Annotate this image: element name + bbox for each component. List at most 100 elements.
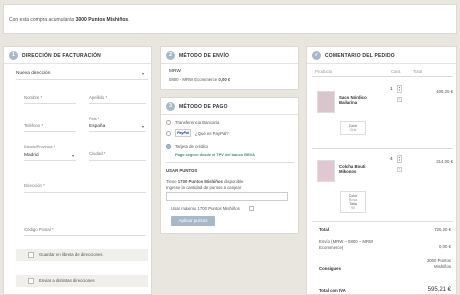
shipping-price: 0,00 € xyxy=(218,77,231,82)
points-input[interactable] xyxy=(166,192,288,201)
surname-field[interactable]: Apellido * xyxy=(89,95,107,100)
step-badge: 3 xyxy=(166,102,175,111)
chevron-down-icon: ▾ xyxy=(72,153,75,158)
divider xyxy=(89,160,146,161)
name-field[interactable]: Nombre * xyxy=(24,95,42,100)
paypal-radio[interactable] xyxy=(166,131,171,136)
card-note: Pago seguro desde el TPV del banco BBVA xyxy=(175,152,255,157)
country-label: País * xyxy=(89,117,100,121)
transfer-label: Transferencia Bancaria xyxy=(175,120,220,125)
divider xyxy=(312,148,453,149)
address-field[interactable]: Dirección * xyxy=(24,183,45,188)
card-label: Tarjeta de crédito xyxy=(175,144,208,149)
points-value: 3000 Puntos Mishiños xyxy=(426,258,451,269)
points-bold: 1700 Puntos Mishiños xyxy=(177,179,223,184)
points-max-label: Usar máximo 1700 Puntos Mishiños xyxy=(171,206,240,211)
divider xyxy=(24,131,76,132)
province-label: Estado/Provincia * xyxy=(24,145,56,149)
shipping-desc: 0800 - MRW Ecommerce xyxy=(169,77,218,82)
country-select[interactable]: España xyxy=(89,124,105,129)
billing-panel: 1 DIRECCIÓN DE FACTURACIÓN Nueva direcci… xyxy=(3,46,152,295)
divider xyxy=(24,192,146,193)
save-address-label: Guardar en libreta de direcciones xyxy=(39,252,103,257)
paypal-link[interactable]: ¿Qué es PayPal? xyxy=(195,131,229,136)
item-total: 406,20 € xyxy=(436,89,453,94)
remove-icon[interactable]: × xyxy=(397,97,402,102)
billing-header: 1 DIRECCIÓN DE FACTURACIÓN xyxy=(4,47,151,64)
grand-total-label: Total con IVA xyxy=(319,288,346,293)
item-option: Color Rosa Talla 90 xyxy=(340,191,366,213)
payment-title: MÉTODO DE PAGO xyxy=(179,104,228,110)
points-notice: Con esta compra acumularás 3000 Puntos M… xyxy=(3,4,457,34)
address-select[interactable]: Nueva dirección xyxy=(16,71,50,76)
points-instructions: Ingrese la cantidad de puntos a canjear xyxy=(166,185,242,190)
step-badge: 2 xyxy=(166,51,175,60)
option-value: 90 xyxy=(351,206,355,210)
divider xyxy=(24,103,76,104)
total-label: Total xyxy=(319,227,329,232)
chevron-down-icon: ▾ xyxy=(142,124,145,129)
divider xyxy=(166,162,294,163)
shipping-option[interactable]: 0800 - MRW Ecommerce 0,00 € xyxy=(169,77,230,82)
paypal-logo: PayPal xyxy=(175,129,191,137)
notice-points: 3000 Puntos Mishiños xyxy=(75,17,129,23)
item-qty[interactable]: 1 xyxy=(390,87,393,92)
notice-text: Con esta compra acumularás xyxy=(9,17,75,23)
item-total: 314,00 € xyxy=(436,159,453,164)
apply-points-button[interactable]: Aplicar puntos xyxy=(171,216,215,226)
check-icon: ✓ xyxy=(312,51,321,60)
shipping-label: Envío (MRW – 0800 – MRW Ecommerce) xyxy=(319,239,374,250)
divider xyxy=(89,103,146,104)
payment-panel: 3 MÉTODO DE PAGO Transferencia Bancaria … xyxy=(160,97,299,234)
points-label: Consigues xyxy=(319,266,341,271)
points-text-2: disponible xyxy=(224,179,244,184)
card-radio[interactable] xyxy=(166,144,171,149)
ship-other-checkbox[interactable] xyxy=(28,278,34,284)
points-text: Tiene xyxy=(166,179,177,184)
col-total: Total xyxy=(413,69,423,74)
grand-total-value: 595,21 € xyxy=(427,287,451,293)
points-available: Tiene 1700 Puntos Mishiños disponible xyxy=(166,179,244,184)
product-image xyxy=(317,91,335,113)
points-title: USAR PUNTOS xyxy=(166,168,198,173)
stepper-icon[interactable]: ▴ ▾ xyxy=(397,85,402,93)
col-qty: Cant. xyxy=(391,69,402,74)
option-value: Gris xyxy=(349,128,357,132)
ship-other-label: Enviar a distintas direcciones xyxy=(39,278,95,283)
divider xyxy=(16,79,148,80)
city-field[interactable]: Ciudad * xyxy=(89,151,105,156)
col-product: Producto xyxy=(315,69,333,74)
divider xyxy=(24,235,146,236)
product-image xyxy=(317,160,335,182)
notice-end: . xyxy=(128,17,130,23)
shipping-panel: 2 MÉTODO DE ENVÍO MRW 0800 - MRW Ecommer… xyxy=(160,46,299,90)
chevron-down-icon: ▾ xyxy=(142,71,145,76)
divider xyxy=(312,221,453,222)
item-qty[interactable]: 4 xyxy=(390,157,393,162)
payment-header: 3 MÉTODO DE PAGO xyxy=(161,98,298,115)
order-header: ✓ COMENTARIO DEL PEDIDO xyxy=(307,47,456,64)
paypal-logo-text: PayPal xyxy=(177,131,189,135)
total-value: 720,20 € xyxy=(434,227,451,232)
divider xyxy=(312,76,453,77)
province-select[interactable]: Madrid xyxy=(24,153,39,158)
item-option: Color Gris xyxy=(340,121,366,135)
order-title: COMENTARIO DEL PEDIDO xyxy=(325,53,395,59)
shipping-header: 2 MÉTODO DE ENVÍO xyxy=(161,47,298,64)
divider xyxy=(24,160,76,161)
transfer-radio[interactable] xyxy=(166,120,171,125)
zip-field[interactable]: Código Postal * xyxy=(24,227,54,232)
remove-icon[interactable]: × xyxy=(397,167,402,172)
item-name[interactable]: Colcha Bouti Mikonos xyxy=(339,164,384,174)
phone-field[interactable]: Teléfono * xyxy=(24,123,43,128)
shipping-value: 0,00 € xyxy=(439,244,451,249)
save-address-checkbox[interactable] xyxy=(28,252,34,258)
billing-title: DIRECCIÓN DE FACTURACIÓN xyxy=(22,53,101,59)
order-panel: ✓ COMENTARIO DEL PEDIDO Producto Cant. T… xyxy=(306,46,457,295)
stepper-icon[interactable]: ▴ ▾ xyxy=(397,155,402,163)
points-max-checkbox[interactable] xyxy=(249,206,254,211)
shipping-carrier: MRW xyxy=(169,69,181,74)
item-name[interactable]: Saco Nórdico Bailarina xyxy=(339,95,384,105)
step-badge: 1 xyxy=(9,51,18,60)
divider xyxy=(89,131,146,132)
